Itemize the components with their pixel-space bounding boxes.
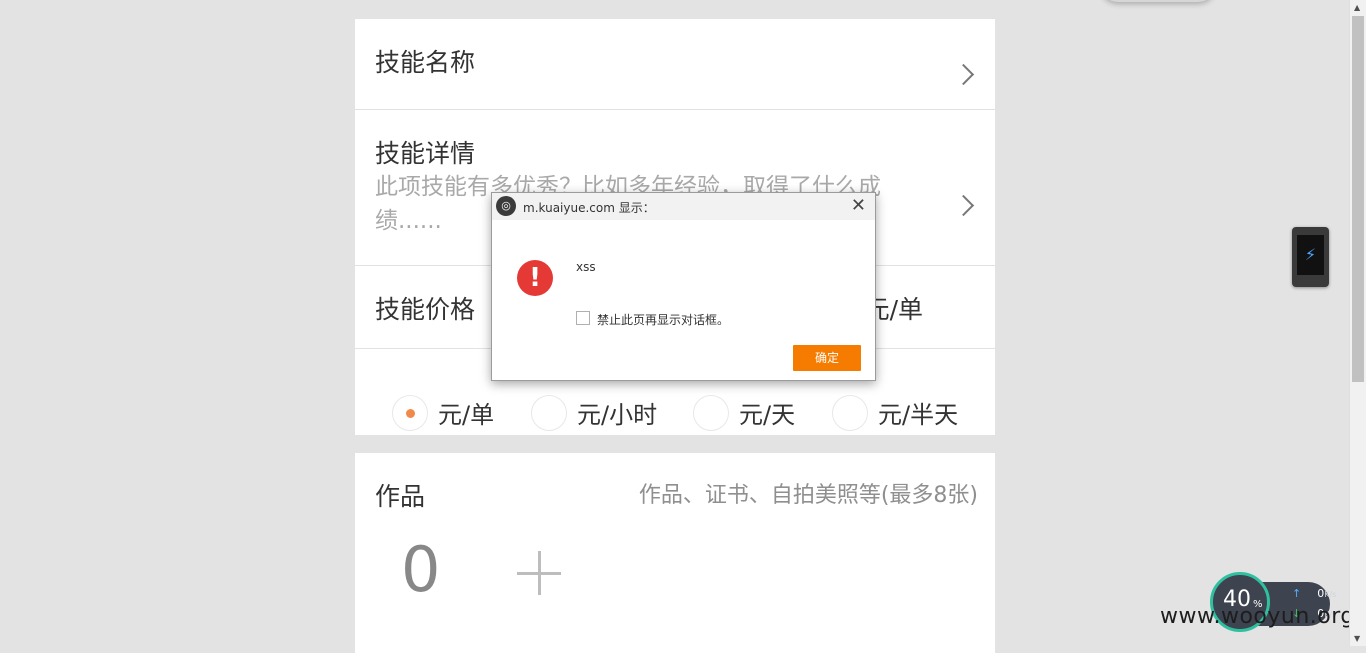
add-photo-plus-icon[interactable] [517, 551, 561, 595]
radio-button[interactable] [693, 395, 729, 431]
arrow-up-icon: ↑ [1292, 587, 1302, 600]
chevron-right-icon [952, 63, 975, 86]
skill-price-label: 技能价格 [375, 295, 476, 324]
page-scrollbar[interactable]: ▲ ▼ [1349, 0, 1366, 646]
dialog-message: xss [576, 260, 596, 274]
floating-widget-edge [1100, 0, 1216, 2]
dialog-titlebar: ◎ m.kuaiyue.com 显示： ✕ [492, 193, 875, 220]
price-unit-option-label: 元/单 [438, 401, 495, 429]
upload-speed: ↑ 0K/s [1292, 587, 1336, 600]
price-unit-option-label: 元/天 [739, 401, 796, 429]
price-unit-option-label: 元/小时 [577, 401, 658, 429]
skill-name-label: 技能名称 [375, 48, 476, 77]
skill-detail-label: 技能详情 [375, 139, 476, 168]
radio-button[interactable] [531, 395, 567, 431]
radio-dot-icon [406, 409, 415, 418]
suppress-dialogs-checkbox[interactable] [576, 311, 590, 325]
watermark: www.wooyun.org [1160, 604, 1355, 629]
phone-assistant-widget[interactable]: ⚡ [1292, 227, 1329, 287]
works-count: 0 [401, 533, 441, 606]
skill-name-row[interactable]: 技能名称 [355, 19, 995, 110]
battery-charging-icon: ⚡ [1297, 235, 1324, 275]
suppress-dialogs-label[interactable]: 禁止此页再显示对话框。 [597, 311, 729, 328]
works-hint: 作品、证书、自拍美照等(最多8张) [638, 483, 978, 508]
dialog-title: m.kuaiyue.com 显示： [523, 201, 655, 215]
scroll-up-arrow-icon[interactable]: ▲ [1354, 3, 1360, 12]
scrollbar-thumb[interactable] [1352, 16, 1364, 382]
ok-button[interactable]: 确定 [793, 345, 861, 371]
radio-button[interactable] [832, 395, 868, 431]
works-label: 作品 [375, 482, 426, 511]
close-icon[interactable]: ✕ [851, 195, 866, 216]
radio-button-selected[interactable] [392, 395, 428, 431]
error-icon: ! [517, 260, 553, 296]
price-unit-option-label: 元/半天 [878, 401, 959, 429]
speed-unit: K/s [1324, 590, 1337, 599]
browser-logo-icon: ◎ [496, 196, 516, 216]
chevron-right-icon [952, 194, 975, 217]
works-card: 作品 作品、证书、自拍美照等(最多8张) 0 [355, 453, 995, 653]
scroll-down-arrow-icon[interactable]: ▼ [1354, 634, 1360, 643]
alert-dialog: ◎ m.kuaiyue.com 显示： ✕ ! xss 禁止此页再显示对话框。 … [491, 192, 876, 381]
